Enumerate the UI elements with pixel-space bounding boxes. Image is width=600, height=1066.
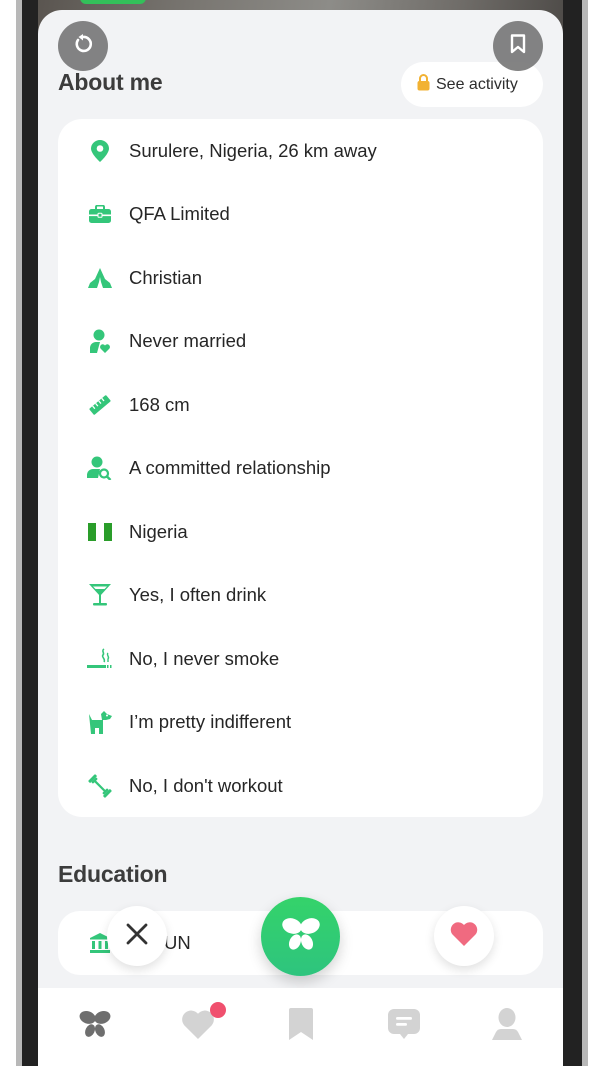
about-item-religion: Christian bbox=[58, 260, 543, 296]
close-icon bbox=[126, 923, 148, 950]
about-item-pets: I’m pretty indifferent bbox=[58, 704, 543, 740]
about-item-label: Never married bbox=[129, 330, 247, 351]
notification-badge bbox=[210, 1002, 226, 1018]
about-item-looking-for: A committed relationship bbox=[58, 450, 543, 486]
undo-icon bbox=[73, 33, 93, 59]
ruler-icon bbox=[87, 392, 113, 418]
bottom-nav bbox=[38, 988, 563, 1066]
praying-hands-icon bbox=[87, 265, 113, 291]
pass-button[interactable] bbox=[107, 906, 167, 966]
chat-icon bbox=[388, 1008, 420, 1044]
lock-icon bbox=[417, 73, 430, 96]
about-item-label: QFA Limited bbox=[129, 203, 230, 224]
nav-item-discover[interactable] bbox=[75, 1006, 115, 1046]
dog-icon bbox=[87, 709, 113, 735]
about-item-label: No, I don't workout bbox=[129, 775, 283, 796]
about-item-label: Surulere, Nigeria, 26 km away bbox=[129, 140, 377, 161]
nav-item-saved[interactable] bbox=[281, 1006, 321, 1046]
bookmark-icon bbox=[510, 33, 526, 59]
about-me-title: About me bbox=[58, 69, 163, 95]
about-item-marital-status: Never married bbox=[58, 323, 543, 359]
about-item-label: Nigeria bbox=[129, 521, 188, 542]
heart-icon bbox=[181, 1009, 215, 1044]
person-icon bbox=[492, 1007, 522, 1045]
education-item-label: UN bbox=[164, 932, 191, 953]
about-item-location: Surulere, Nigeria, 26 km away bbox=[58, 133, 543, 169]
nav-item-messages[interactable] bbox=[384, 1006, 424, 1046]
location-pin-icon bbox=[87, 138, 113, 164]
about-item-label: No, I never smoke bbox=[129, 648, 280, 669]
like-button[interactable] bbox=[434, 906, 494, 966]
about-item-label: Yes, I often drink bbox=[129, 584, 267, 605]
butterfly-icon bbox=[78, 1010, 112, 1043]
boost-button[interactable] bbox=[261, 897, 340, 976]
butterfly-icon bbox=[281, 917, 320, 956]
person-heart-icon bbox=[87, 328, 113, 354]
undo-button[interactable] bbox=[58, 21, 108, 71]
about-item-height: 168 cm bbox=[58, 387, 543, 423]
smoking-icon bbox=[87, 646, 113, 672]
bookmark-icon bbox=[288, 1007, 314, 1045]
about-item-work: QFA Limited bbox=[58, 196, 543, 232]
about-item-workout: No, I don't workout bbox=[58, 768, 543, 804]
cocktail-icon bbox=[87, 582, 113, 608]
see-activity-label: See activity bbox=[436, 75, 518, 93]
nav-item-profile[interactable] bbox=[487, 1006, 527, 1046]
about-item-drinking: Yes, I often drink bbox=[58, 577, 543, 613]
dumbbell-icon bbox=[87, 773, 113, 799]
nav-item-likes[interactable] bbox=[178, 1002, 226, 1046]
education-title: Education bbox=[58, 861, 168, 887]
about-item-nationality: Nigeria bbox=[58, 514, 543, 550]
briefcase-icon bbox=[87, 201, 113, 227]
about-item-label: Christian bbox=[129, 267, 202, 288]
about-item-label: A committed relationship bbox=[129, 457, 331, 478]
about-item-smoking: No, I never smoke bbox=[58, 641, 543, 677]
heart-icon bbox=[450, 921, 478, 951]
about-me-card: Surulere, Nigeria, 26 km away QFA Limite… bbox=[58, 119, 543, 817]
person-search-icon bbox=[87, 455, 113, 481]
bookmark-button[interactable] bbox=[493, 21, 543, 71]
app-screen: About me See activity Surulere, Nigeria,… bbox=[38, 0, 563, 1066]
about-item-label: 168 cm bbox=[129, 394, 190, 415]
about-item-label: I’m pretty indifferent bbox=[129, 711, 292, 732]
nigeria-flag-icon bbox=[87, 519, 113, 545]
photo-status-pill bbox=[80, 0, 146, 4]
